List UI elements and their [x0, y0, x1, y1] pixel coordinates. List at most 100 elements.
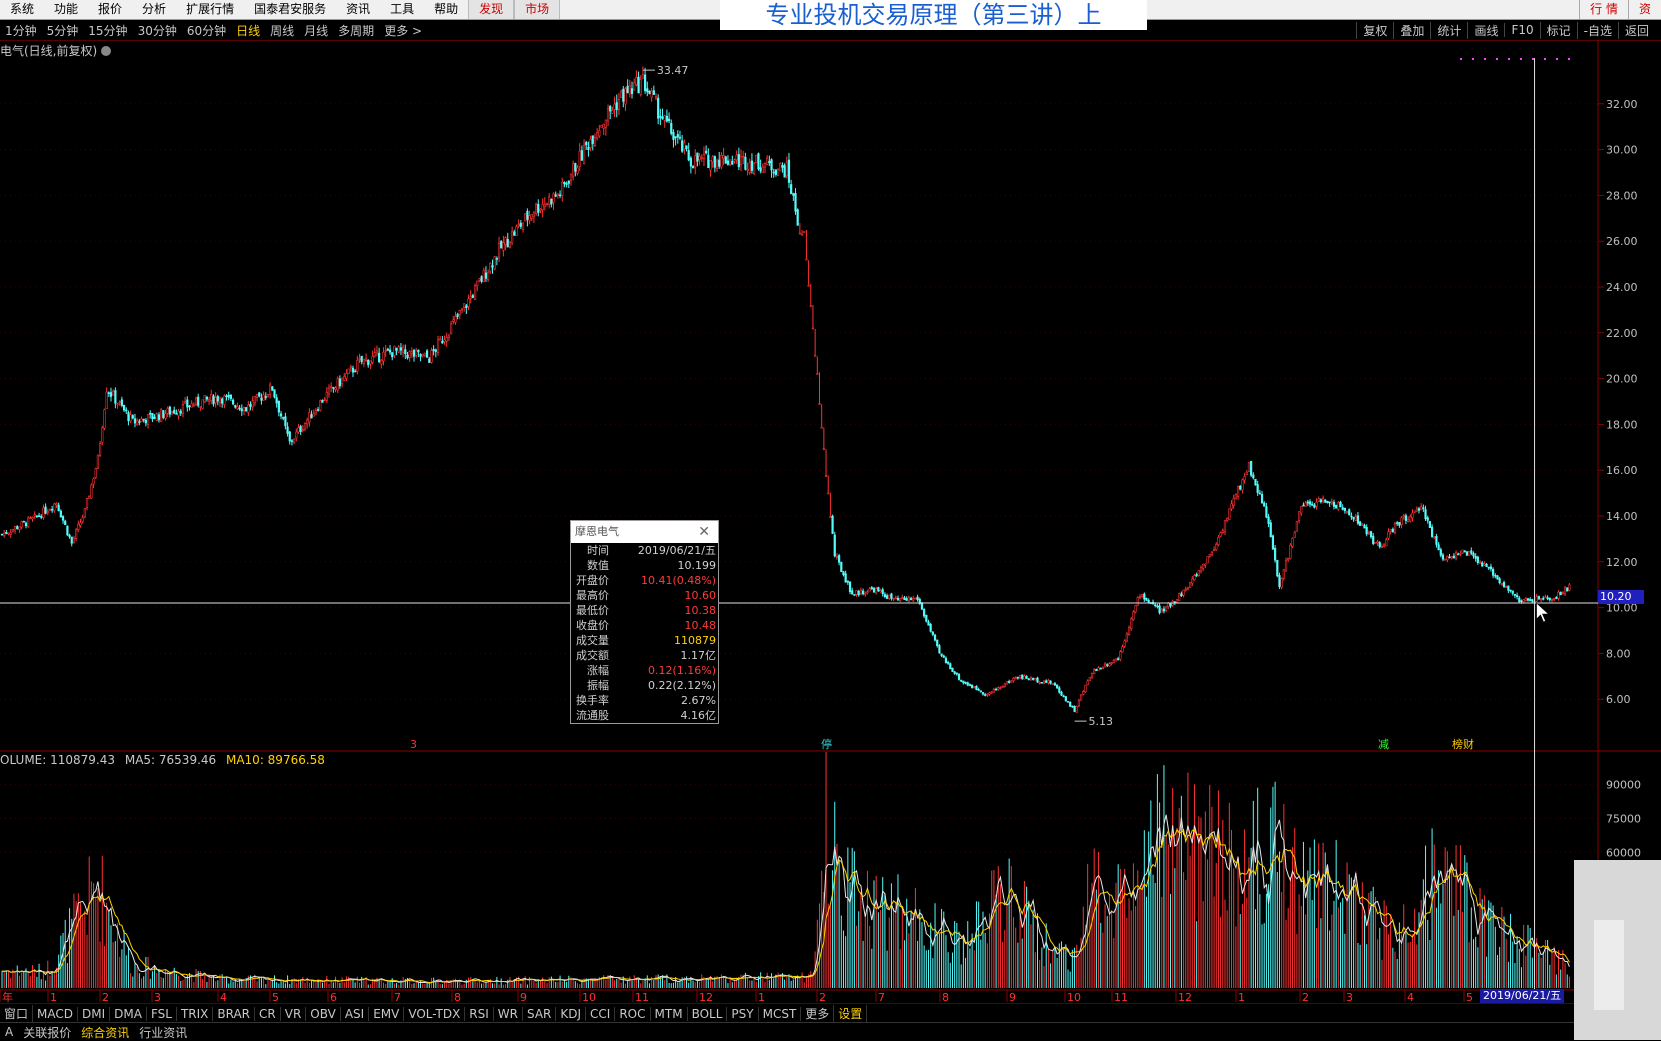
candle-body	[532, 212, 536, 217]
menu-item-3[interactable]: 分析	[132, 0, 176, 19]
period-tab-0[interactable]: 1分钟	[0, 22, 42, 39]
indicator-tab-19[interactable]: MTM	[651, 1006, 688, 1021]
tooltip-value: 10.41(0.48%)	[640, 574, 716, 587]
bottom-tab-0[interactable]: A	[0, 1025, 18, 1039]
tool-button-6[interactable]: -自选	[1576, 21, 1618, 39]
period-tab-3[interactable]: 30分钟	[133, 22, 182, 39]
candle-body	[1546, 597, 1549, 600]
candle-body	[1465, 551, 1469, 556]
candle-body	[929, 624, 932, 632]
indicator-tab-9[interactable]: OBV	[306, 1006, 341, 1021]
menu-item-4[interactable]: 扩展行情	[176, 0, 244, 19]
indicator-tab-11[interactable]: EMV	[369, 1006, 405, 1021]
indicator-tab-5[interactable]: TRIX	[177, 1006, 214, 1021]
period-tab-4[interactable]: 60分钟	[182, 22, 231, 39]
signal-dot	[1520, 58, 1522, 60]
indicator-tab-8[interactable]: VR	[281, 1006, 307, 1021]
right-tab-1[interactable]: 资	[1627, 0, 1661, 19]
indicator-tab-12[interactable]: VOL-TDX	[404, 1006, 466, 1021]
tooltip-value: 2.67%	[681, 694, 716, 707]
indicator-tab-13[interactable]: RSI	[465, 1006, 494, 1021]
kline-chart[interactable]: 6.008.0010.0012.0014.0016.0018.0020.0022…	[0, 40, 1661, 1003]
tool-button-1[interactable]: 叠加	[1393, 21, 1430, 39]
period-tab-1[interactable]: 5分钟	[42, 22, 84, 39]
candle-body	[146, 413, 150, 425]
candle-body	[321, 399, 324, 403]
indicator-tab-23[interactable]: 更多	[801, 1005, 835, 1022]
candle-body	[9, 532, 12, 535]
candle-body	[1060, 691, 1063, 696]
indicator-tab-3[interactable]: DMA	[110, 1006, 147, 1021]
indicator-tab-1[interactable]: MACD	[33, 1006, 78, 1021]
tool-button-7[interactable]: 返回	[1617, 21, 1655, 39]
tool-button-4[interactable]: F10	[1504, 23, 1539, 37]
candle-body	[288, 431, 291, 442]
menu-item-8[interactable]: 帮助	[424, 0, 468, 19]
indicator-tab-14[interactable]: WR	[494, 1006, 523, 1021]
indicator-tab-6[interactable]: BRAR	[213, 1006, 256, 1021]
candle-body	[720, 155, 723, 168]
period-tab-8[interactable]: 多周期	[333, 22, 379, 39]
tool-button-2[interactable]: 统计	[1430, 21, 1467, 39]
menu-hot-item-1[interactable]: 市场	[514, 0, 561, 19]
date-tick-label: 1	[758, 991, 765, 1003]
indicator-tab-24[interactable]: 设置	[834, 1005, 868, 1022]
menu-item-0[interactable]: 系统	[0, 0, 44, 19]
indicator-tab-7[interactable]: CR	[255, 1006, 281, 1021]
indicator-tab-10[interactable]: ASI	[341, 1006, 370, 1021]
bottom-tab-2[interactable]: 综合资讯	[76, 1024, 134, 1041]
candle-body	[1328, 501, 1331, 504]
candle-body	[1308, 501, 1312, 505]
indicator-tab-18[interactable]: ROC	[615, 1006, 651, 1021]
menu-item-5[interactable]: 国泰君安服务	[244, 0, 336, 19]
date-tick-label: 5	[272, 991, 279, 1003]
period-tab-6[interactable]: 周线	[265, 22, 299, 39]
price-tick-label: 22.00	[1606, 327, 1638, 340]
indicator-tab-21[interactable]: PSY	[727, 1006, 759, 1021]
tool-button-5[interactable]: 标记	[1539, 21, 1577, 39]
event-mark: 停	[821, 737, 832, 751]
period-tab-5[interactable]: 日线	[231, 22, 265, 39]
candle-body	[7, 532, 10, 535]
menu-item-6[interactable]: 资讯	[336, 0, 380, 19]
indicator-tab-16[interactable]: KDJ	[556, 1006, 587, 1021]
candle-body	[892, 598, 895, 600]
candle-body	[375, 350, 379, 354]
candle-body	[301, 429, 304, 431]
date-tick-label: 1	[1238, 991, 1245, 1003]
candle-body	[511, 231, 514, 244]
tool-button-3[interactable]: 画线	[1467, 21, 1504, 39]
indicator-tab-17[interactable]: CCI	[586, 1006, 616, 1021]
menu-hot-item-0[interactable]: 发现	[468, 0, 515, 19]
menu-item-2[interactable]: 报价	[88, 0, 132, 19]
settings-dot-icon[interactable]	[101, 46, 112, 56]
close-icon[interactable]: ✕	[698, 521, 710, 543]
candle-body	[572, 163, 575, 177]
right-tab-0[interactable]: 行 情	[1579, 0, 1628, 19]
candle-body	[1313, 504, 1316, 508]
menu-item-7[interactable]: 工具	[380, 0, 424, 19]
indicator-tab-4[interactable]: FSL	[147, 1006, 177, 1021]
bottom-tab-3[interactable]: 行业资讯	[134, 1024, 192, 1041]
candle-body	[783, 165, 786, 178]
candle-body	[136, 420, 139, 426]
candle-body	[626, 85, 629, 94]
candle-body	[1086, 680, 1089, 686]
indicator-tab-15[interactable]: SAR	[523, 1006, 557, 1021]
menu-item-1[interactable]: 功能	[44, 0, 88, 19]
candle-body	[218, 397, 222, 403]
period-tab-2[interactable]: 15分钟	[83, 22, 132, 39]
date-tick-label: 8	[942, 991, 949, 1003]
period-tab-9[interactable]: 更多 >	[379, 22, 427, 39]
period-tab-7[interactable]: 月线	[299, 22, 333, 39]
tooltip-value: 10.60	[684, 589, 717, 602]
price-tick-label: 12.00	[1606, 556, 1638, 569]
tool-button-0[interactable]: 复权	[1356, 21, 1393, 39]
indicator-tab-0[interactable]: 窗口	[0, 1005, 34, 1022]
indicator-tab-20[interactable]: BOLL	[688, 1006, 728, 1021]
indicator-tab-2[interactable]: DMI	[78, 1006, 111, 1021]
indicator-tab-22[interactable]: MCST	[759, 1006, 802, 1021]
bottom-tab-1[interactable]: 关联报价	[18, 1024, 76, 1041]
candle-body	[1563, 587, 1567, 595]
candle-body	[184, 401, 187, 404]
